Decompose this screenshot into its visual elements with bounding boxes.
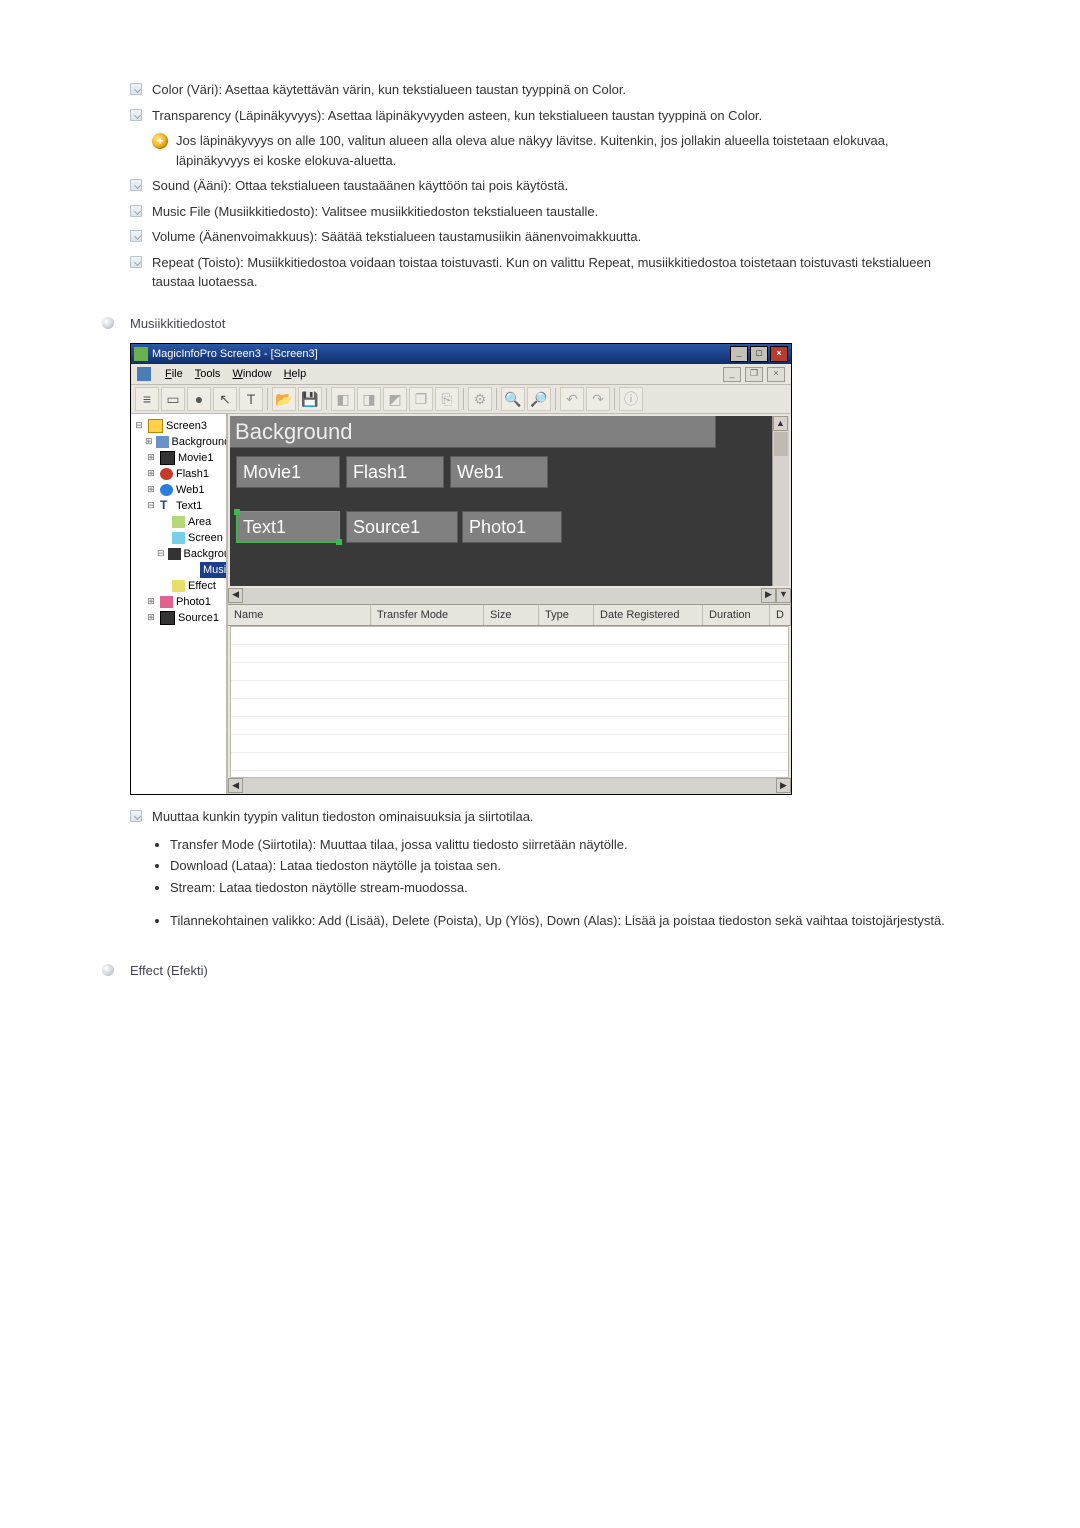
- canvas-background[interactable]: Background: [230, 416, 716, 448]
- tool-save-icon[interactable]: 💾: [298, 387, 322, 411]
- tree-movie1[interactable]: ⊞ Movie1: [131, 450, 226, 466]
- tree-background[interactable]: ⊞ Background: [131, 434, 226, 450]
- mdi-close-button[interactable]: ×: [767, 367, 785, 382]
- canvas[interactable]: Background Movie1 Flash1 Web1 Text1 Sour…: [230, 416, 789, 586]
- tool-send-back-icon[interactable]: ◨: [357, 387, 381, 411]
- tree-source1[interactable]: ⊞ Source1: [131, 610, 226, 626]
- tool-info-icon[interactable]: ⓘ: [619, 387, 643, 411]
- tool-text-icon[interactable]: T: [239, 387, 263, 411]
- scroll-down-icon[interactable]: ▼: [776, 588, 791, 603]
- canvas-movie1[interactable]: Movie1: [236, 456, 340, 488]
- tree-screen3[interactable]: ⊟ Screen3: [131, 418, 226, 434]
- col-d[interactable]: D: [770, 605, 791, 626]
- canvas-text1[interactable]: Text1: [236, 511, 340, 543]
- bullet-transparency: Transparency (Läpinäkyvyys): Asettaa läp…: [130, 106, 950, 171]
- note-icon: +: [152, 133, 168, 149]
- scroll-left-icon[interactable]: ◀: [228, 588, 243, 603]
- tool-gear-icon[interactable]: ⚙: [468, 387, 492, 411]
- footnote: Muuttaa kunkin tyypin valitun tiedoston …: [152, 807, 950, 827]
- sub-transfer: Transfer Mode (Siirtotila): Muuttaa tila…: [170, 835, 950, 855]
- tree-photo1[interactable]: ⊞ Photo1: [131, 594, 226, 610]
- tree-web1[interactable]: ⊞ Web1: [131, 482, 226, 498]
- app-logo-icon: [134, 347, 148, 361]
- mdi-restore-button[interactable]: ❐: [745, 367, 763, 382]
- tool-open-icon[interactable]: 📂: [272, 387, 296, 411]
- bullet-sound: Sound (Ääni): Ottaa tekstialueen taustaä…: [130, 176, 950, 196]
- sub-download: Download (Lataa): Lataa tiedoston näytöl…: [170, 856, 950, 876]
- grid-body[interactable]: [230, 626, 789, 778]
- close-button[interactable]: ×: [770, 346, 788, 362]
- section-orb-icon: [102, 317, 114, 329]
- menu-bar: File Tools Window Help _ ❐ ×: [131, 364, 791, 385]
- canvas-web1[interactable]: Web1: [450, 456, 548, 488]
- bullet-transparency-text: Transparency (Läpinäkyvyys): Asettaa läp…: [152, 108, 762, 123]
- bullet-musicfile: Music File (Musiikkitiedosto): Valitsee …: [130, 202, 950, 222]
- window-titlebar[interactable]: MagicInfoPro Screen3 - [Screen3] _ □ ×: [131, 344, 791, 364]
- canvas-source1[interactable]: Source1: [346, 511, 458, 543]
- section-music-title: Musiikkitiedostot: [130, 314, 225, 334]
- menu-tools[interactable]: Tools: [195, 366, 221, 383]
- tool-camera-icon[interactable]: ◧: [331, 387, 355, 411]
- tool-globe-icon[interactable]: ●: [187, 387, 211, 411]
- tree-text1[interactable]: ⊟T Text1: [131, 498, 226, 514]
- tool-layers-icon[interactable]: ❐: [409, 387, 433, 411]
- tool-redo-icon[interactable]: ↷: [586, 387, 610, 411]
- tree-area[interactable]: Area: [131, 514, 226, 530]
- bullet-volume: Volume (Äänenvoimakkuus): Säätää tekstia…: [130, 227, 950, 247]
- app-window: MagicInfoPro Screen3 - [Screen3] _ □ × F…: [130, 343, 792, 795]
- col-date[interactable]: Date Registered: [594, 605, 703, 626]
- sub-context: Tilannekohtainen valikko: Add (Lisää), D…: [170, 911, 950, 931]
- col-duration[interactable]: Duration: [703, 605, 770, 626]
- tool-cursor-icon[interactable]: ↖: [213, 387, 237, 411]
- tool-copy-icon[interactable]: ⎘: [435, 387, 459, 411]
- maximize-button[interactable]: □: [750, 346, 768, 362]
- tool-zoomin-icon[interactable]: 🔍: [501, 387, 525, 411]
- menu-help[interactable]: Help: [284, 366, 307, 383]
- grid-scroll-right-icon[interactable]: ▶: [776, 778, 791, 793]
- tool-zoomout-icon[interactable]: 🔎: [527, 387, 551, 411]
- canvas-hscroll[interactable]: ◀ ▶ ▼: [228, 588, 791, 604]
- menu-file[interactable]: File: [165, 366, 183, 383]
- tree-panel: ⊟ Screen3 ⊞ Background ⊞ Movie1 ⊞ Flash1…: [131, 414, 228, 794]
- scroll-up-icon[interactable]: ▲: [773, 416, 788, 431]
- grid-hscroll[interactable]: ◀ ▶: [228, 778, 791, 794]
- tool-align-icon[interactable]: ≡: [135, 387, 159, 411]
- canvas-photo1[interactable]: Photo1: [462, 511, 562, 543]
- toolbar: ≡ ▭ ● ↖ T 📂 💾 ◧ ◨ ◩ ❐ ⎘ ⚙ 🔍 🔎 ↶ ↷ ⓘ: [131, 385, 791, 414]
- tree-bg2[interactable]: ⊟ Background: [131, 546, 226, 562]
- sub-stream: Stream: Lataa tiedoston näytölle stream-…: [170, 878, 950, 898]
- tree-screen[interactable]: Screen: [131, 530, 226, 546]
- tool-screen-icon[interactable]: ▭: [161, 387, 185, 411]
- tree-effect[interactable]: Effect: [131, 578, 226, 594]
- scroll-right-icon[interactable]: ▶: [761, 588, 776, 603]
- canvas-flash1[interactable]: Flash1: [346, 456, 444, 488]
- tool-undo-icon[interactable]: ↶: [560, 387, 584, 411]
- bullet-repeat: Repeat (Toisto): Musiikkitiedostoa voida…: [130, 253, 950, 292]
- tool-bring-front-icon[interactable]: ◩: [383, 387, 407, 411]
- col-name[interactable]: Name: [228, 605, 371, 626]
- section-orb-icon: [102, 964, 114, 976]
- col-type[interactable]: Type: [539, 605, 594, 626]
- tree-musicfile[interactable]: Music File: [131, 562, 226, 578]
- mdi-minimize-button[interactable]: _: [723, 367, 741, 382]
- col-size[interactable]: Size: [484, 605, 539, 626]
- bullet-color: Color (Väri): Asettaa käytettävän värin,…: [130, 80, 950, 100]
- transparency-note: Jos läpinäkyvyys on alle 100, valitun al…: [176, 131, 950, 170]
- window-title: MagicInfoPro Screen3 - [Screen3]: [152, 346, 318, 363]
- tree-flash1[interactable]: ⊞ Flash1: [131, 466, 226, 482]
- section-effect-title: Effect (Efekti): [130, 961, 208, 981]
- grid-scroll-left-icon[interactable]: ◀: [228, 778, 243, 793]
- col-transfer[interactable]: Transfer Mode: [371, 605, 484, 626]
- mdi-logo-icon: [137, 367, 151, 381]
- grid-header: Name Transfer Mode Size Type Date Regist…: [228, 604, 791, 627]
- canvas-vscroll[interactable]: ▲: [772, 416, 789, 586]
- minimize-button[interactable]: _: [730, 346, 748, 362]
- menu-window[interactable]: Window: [232, 366, 271, 383]
